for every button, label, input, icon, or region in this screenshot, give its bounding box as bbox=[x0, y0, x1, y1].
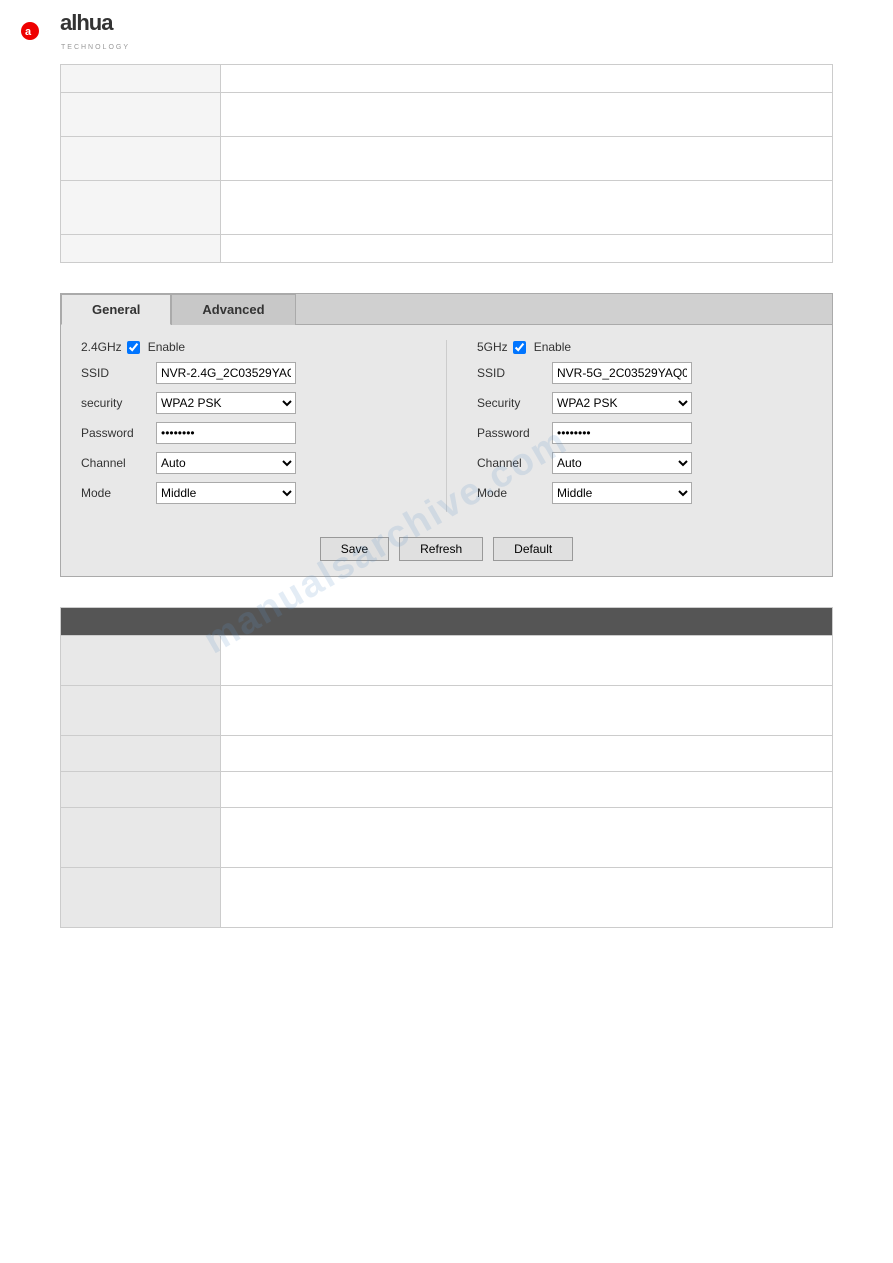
security-5ghz-label: Security bbox=[477, 396, 552, 410]
wifi-panel: General Advanced 2.4GHz Enable SSID bbox=[60, 293, 833, 577]
wifi-24ghz-enable-row: 2.4GHz Enable bbox=[81, 340, 416, 354]
table-cell-label bbox=[61, 137, 221, 181]
table-cell-value bbox=[221, 736, 833, 772]
logo-area: a alhua TECHNOLOGY bbox=[0, 0, 893, 56]
table-cell-value bbox=[221, 137, 833, 181]
table-cell-value bbox=[221, 65, 833, 93]
channel-5ghz-select[interactable]: Auto 3640 bbox=[552, 452, 692, 474]
table-cell-label bbox=[61, 686, 221, 736]
wifi-5ghz-column: 5GHz Enable SSID Security WPA2 PSK WPA P… bbox=[477, 340, 812, 512]
tab-spacer bbox=[296, 294, 832, 325]
wifi-5ghz-password-row: Password bbox=[477, 422, 812, 444]
table-cell-label bbox=[61, 868, 221, 928]
table-cell-value bbox=[221, 181, 833, 235]
wifi-5ghz-ssid-row: SSID bbox=[477, 362, 812, 384]
freq-5ghz-checkbox[interactable] bbox=[513, 341, 526, 354]
brand-name: alhua bbox=[60, 10, 112, 35]
password-5ghz-label: Password bbox=[477, 426, 552, 440]
wifi-content: 2.4GHz Enable SSID security WPA2 PSK WPA… bbox=[61, 325, 832, 527]
mode-24ghz-label: Mode bbox=[81, 486, 156, 500]
table-cell-value bbox=[221, 686, 833, 736]
tab-advanced[interactable]: Advanced bbox=[171, 294, 295, 325]
top-table bbox=[60, 64, 833, 263]
tab-general[interactable]: General bbox=[61, 294, 171, 325]
password-24ghz-input[interactable] bbox=[156, 422, 296, 444]
table-row bbox=[61, 137, 833, 181]
table-cell-label bbox=[61, 181, 221, 235]
table-row bbox=[61, 181, 833, 235]
security-24ghz-select[interactable]: WPA2 PSK WPA PSK None bbox=[156, 392, 296, 414]
mode-5ghz-select[interactable]: Low Middle High bbox=[552, 482, 692, 504]
dahua-logo-icon: a bbox=[20, 17, 58, 45]
save-button[interactable]: Save bbox=[320, 537, 389, 561]
wifi-24ghz-channel-row: Channel Auto 123 bbox=[81, 452, 416, 474]
freq-5ghz-label: 5GHz bbox=[477, 340, 508, 354]
table-row bbox=[61, 65, 833, 93]
wifi-panel-wrapper: General Advanced 2.4GHz Enable SSID bbox=[60, 293, 833, 577]
table-row bbox=[61, 868, 833, 928]
logo-container: a alhua TECHNOLOGY bbox=[20, 10, 873, 51]
table-cell-label bbox=[61, 808, 221, 868]
bottom-table-header-row bbox=[61, 608, 833, 636]
refresh-button[interactable]: Refresh bbox=[399, 537, 483, 561]
table-cell-label bbox=[61, 93, 221, 137]
table-row bbox=[61, 235, 833, 263]
freq-24ghz-label: 2.4GHz bbox=[81, 340, 122, 354]
security-24ghz-label: security bbox=[81, 396, 156, 410]
table-cell-value bbox=[221, 808, 833, 868]
table-cell-value bbox=[221, 235, 833, 263]
brand-subtext: TECHNOLOGY bbox=[61, 44, 130, 51]
table-row bbox=[61, 808, 833, 868]
wifi-24ghz-column: 2.4GHz Enable SSID security WPA2 PSK WPA… bbox=[81, 340, 416, 512]
table-row bbox=[61, 93, 833, 137]
ssid-5ghz-input[interactable] bbox=[552, 362, 692, 384]
wifi-24ghz-security-row: security WPA2 PSK WPA PSK None bbox=[81, 392, 416, 414]
wifi-buttons-row: Save Refresh Default bbox=[61, 527, 832, 576]
table-cell-value bbox=[221, 868, 833, 928]
wifi-24ghz-mode-row: Mode Low Middle High bbox=[81, 482, 416, 504]
table-row bbox=[61, 636, 833, 686]
freq-24ghz-checkbox[interactable] bbox=[127, 341, 140, 354]
wifi-tabs: General Advanced bbox=[61, 294, 832, 325]
password-5ghz-input[interactable] bbox=[552, 422, 692, 444]
freq-5ghz-enable-text: Enable bbox=[534, 340, 571, 354]
bottom-table-header-cell bbox=[61, 608, 833, 636]
table-cell-value bbox=[221, 772, 833, 808]
table-cell-value bbox=[221, 636, 833, 686]
wifi-5ghz-security-row: Security WPA2 PSK WPA PSK None bbox=[477, 392, 812, 414]
wifi-24ghz-password-row: Password bbox=[81, 422, 416, 444]
table-row bbox=[61, 772, 833, 808]
security-5ghz-select[interactable]: WPA2 PSK WPA PSK None bbox=[552, 392, 692, 414]
table-cell-label bbox=[61, 772, 221, 808]
wifi-column-divider bbox=[446, 340, 447, 512]
ssid-5ghz-label: SSID bbox=[477, 366, 552, 380]
mode-24ghz-select[interactable]: Low Middle High bbox=[156, 482, 296, 504]
svg-text:a: a bbox=[25, 26, 32, 38]
wifi-5ghz-channel-row: Channel Auto 3640 bbox=[477, 452, 812, 474]
table-cell-label bbox=[61, 736, 221, 772]
channel-24ghz-label: Channel bbox=[81, 456, 156, 470]
password-24ghz-label: Password bbox=[81, 426, 156, 440]
wifi-24ghz-ssid-row: SSID bbox=[81, 362, 416, 384]
table-row bbox=[61, 686, 833, 736]
mode-5ghz-label: Mode bbox=[477, 486, 552, 500]
table-cell-label bbox=[61, 235, 221, 263]
table-cell-label bbox=[61, 636, 221, 686]
ssid-24ghz-label: SSID bbox=[81, 366, 156, 380]
table-row bbox=[61, 736, 833, 772]
channel-24ghz-select[interactable]: Auto 123 bbox=[156, 452, 296, 474]
bottom-table bbox=[60, 607, 833, 928]
freq-24ghz-enable-text: Enable bbox=[148, 340, 185, 354]
table-cell-value bbox=[221, 93, 833, 137]
ssid-24ghz-input[interactable] bbox=[156, 362, 296, 384]
table-cell-label bbox=[61, 65, 221, 93]
wifi-5ghz-enable-row: 5GHz Enable bbox=[477, 340, 812, 354]
channel-5ghz-label: Channel bbox=[477, 456, 552, 470]
wifi-5ghz-mode-row: Mode Low Middle High bbox=[477, 482, 812, 504]
default-button[interactable]: Default bbox=[493, 537, 573, 561]
